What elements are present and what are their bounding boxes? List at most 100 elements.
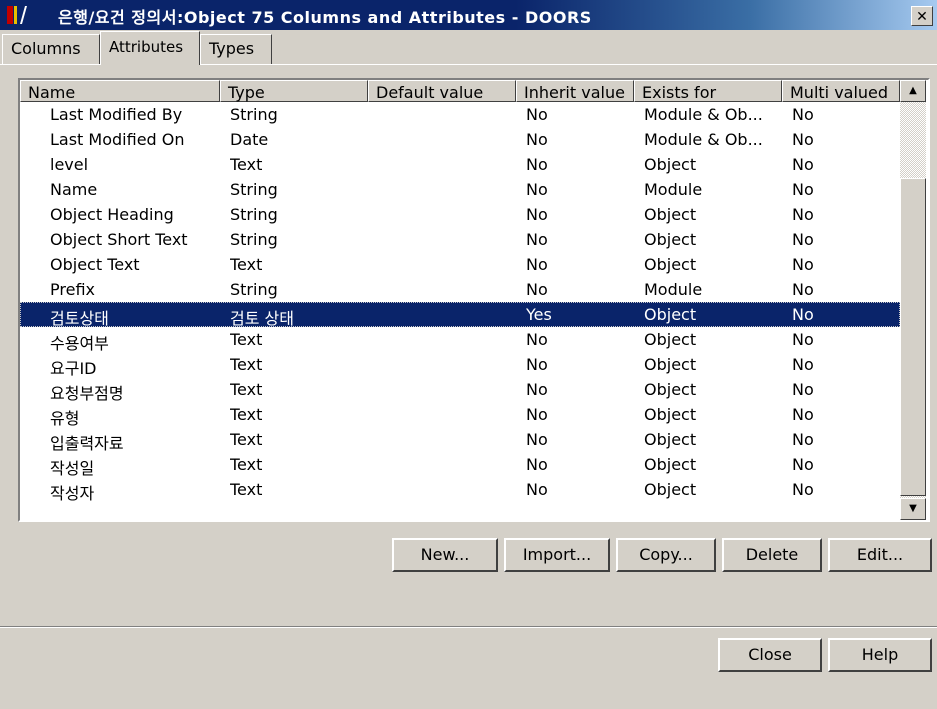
- cell-type: String: [230, 230, 278, 249]
- table-row[interactable]: 유형 Text No Object No: [20, 402, 900, 428]
- cell-multi-valued: No: [792, 130, 814, 149]
- window-title: 은행/요건 정의서:Object 75 Columns and Attribut…: [58, 8, 592, 27]
- table-row[interactable]: 검토상태 검토 상태 Yes Object No: [20, 302, 900, 328]
- cell-name: 검토상태: [50, 309, 109, 328]
- cell-multi-valued: No: [792, 230, 814, 249]
- column-header-multi-valued[interactable]: Multi valued: [782, 80, 900, 102]
- table-row[interactable]: 수용여부 Text No Object No: [20, 327, 900, 353]
- cell-type: String: [230, 180, 278, 199]
- cell-exists-for: Module: [644, 280, 703, 299]
- cell-multi-valued: No: [792, 155, 814, 174]
- cell-name: 유형: [50, 409, 80, 428]
- cell-type: 검토 상태: [230, 309, 294, 328]
- cell-type: Text: [230, 255, 263, 274]
- cell-multi-valued: No: [792, 255, 814, 274]
- cell-exists-for: Object: [644, 380, 697, 399]
- table-row[interactable]: 요구ID Text No Object No: [20, 352, 900, 378]
- cell-name: Prefix: [50, 280, 95, 299]
- table-row[interactable]: 작성자 Text No Object No: [20, 477, 900, 503]
- edit-button[interactable]: Edit...: [828, 538, 932, 572]
- close-button[interactable]: Close: [718, 638, 822, 672]
- cell-exists-for: Object: [644, 430, 697, 449]
- cell-exists-for: Object: [644, 230, 697, 249]
- column-header-inherit-value[interactable]: Inherit value: [516, 80, 634, 102]
- import-button[interactable]: Import...: [504, 538, 610, 572]
- table-row[interactable]: 입출력자료 Text No Object No: [20, 427, 900, 453]
- cell-multi-valued: No: [792, 180, 814, 199]
- cell-inherit-value: No: [526, 480, 548, 499]
- cell-exists-for: Object: [644, 205, 697, 224]
- table-row[interactable]: 요청부점명 Text No Object No: [20, 377, 900, 403]
- table-row[interactable]: Last Modified On Date No Module & Ob... No: [20, 127, 900, 152]
- cell-inherit-value: No: [526, 105, 548, 124]
- cell-exists-for: Object: [644, 305, 697, 324]
- cell-multi-valued: No: [792, 405, 814, 424]
- tab-attributes[interactable]: Attributes: [100, 31, 200, 65]
- cell-inherit-value: No: [526, 405, 548, 424]
- cell-name: Name: [50, 180, 98, 199]
- cell-exists-for: Object: [644, 480, 697, 499]
- attributes-list[interactable]: Name Type Default value Inherit value Ex…: [18, 78, 930, 522]
- scroll-down-arrow-icon[interactable]: ▼: [900, 498, 926, 520]
- column-header-type[interactable]: Type: [220, 80, 368, 102]
- column-header-row: Name Type Default value Inherit value Ex…: [20, 80, 900, 102]
- cell-name: Object Heading: [50, 205, 174, 224]
- cell-exists-for: Object: [644, 455, 697, 474]
- column-header-default-value[interactable]: Default value: [368, 80, 516, 102]
- column-header-exists-for[interactable]: Exists for: [634, 80, 782, 102]
- cell-exists-for: Object: [644, 255, 697, 274]
- column-header-name[interactable]: Name: [20, 80, 220, 102]
- footer-divider: [0, 626, 937, 628]
- tab-types[interactable]: Types: [200, 34, 272, 64]
- cell-type: Text: [230, 155, 263, 174]
- cell-multi-valued: No: [792, 305, 814, 324]
- table-row[interactable]: Object Heading String No Object No: [20, 202, 900, 227]
- table-row[interactable]: Prefix String No Module No: [20, 277, 900, 302]
- cell-inherit-value: No: [526, 180, 548, 199]
- new-button[interactable]: New...: [392, 538, 498, 572]
- cell-multi-valued: No: [792, 280, 814, 299]
- cell-name: Object Short Text: [50, 230, 188, 249]
- vertical-scrollbar[interactable]: ▲ ▼: [900, 80, 926, 520]
- tab-columns[interactable]: Columns: [2, 34, 100, 64]
- scrollbar-thumb[interactable]: [900, 178, 926, 496]
- cell-multi-valued: No: [792, 330, 814, 349]
- cell-type: Text: [230, 355, 263, 374]
- help-button[interactable]: Help: [828, 638, 932, 672]
- cell-name: Last Modified On: [50, 130, 185, 149]
- cell-inherit-value: No: [526, 230, 548, 249]
- doors-app-icon: [7, 6, 27, 24]
- copy-button[interactable]: Copy...: [616, 538, 716, 572]
- cell-inherit-value: No: [526, 280, 548, 299]
- cell-inherit-value: No: [526, 155, 548, 174]
- scroll-up-arrow-icon[interactable]: ▲: [900, 80, 926, 102]
- table-row[interactable]: level Text No Object No: [20, 152, 900, 177]
- cell-type: String: [230, 105, 278, 124]
- cell-name: 작성일: [50, 459, 95, 478]
- table-row[interactable]: Last Modified By String No Module & Ob... No: [20, 102, 900, 127]
- delete-button[interactable]: Delete: [722, 538, 822, 572]
- cell-name: level: [50, 155, 89, 174]
- cell-inherit-value: No: [526, 205, 548, 224]
- table-row[interactable]: 작성일 Text No Object No: [20, 452, 900, 478]
- cell-name: 수용여부: [50, 334, 109, 353]
- cell-inherit-value: No: [526, 330, 548, 349]
- table-row[interactable]: Object Short Text String No Object No: [20, 227, 900, 252]
- cell-inherit-value: No: [526, 255, 548, 274]
- table-row[interactable]: Object Text Text No Object No: [20, 252, 900, 277]
- cell-inherit-value: No: [526, 430, 548, 449]
- cell-type: Text: [230, 430, 263, 449]
- cell-type: String: [230, 205, 278, 224]
- cell-multi-valued: No: [792, 205, 814, 224]
- cell-name: 입출력자료: [50, 434, 124, 453]
- cell-exists-for: Module & Ob...: [644, 130, 763, 149]
- cell-multi-valued: No: [792, 380, 814, 399]
- cell-name: 요청부점명: [50, 384, 124, 403]
- cell-multi-valued: No: [792, 455, 814, 474]
- cell-exists-for: Object: [644, 405, 697, 424]
- table-row[interactable]: Name String No Module No: [20, 177, 900, 202]
- cell-name: 요구ID: [50, 359, 97, 378]
- cell-type: Text: [230, 480, 263, 499]
- cell-inherit-value: No: [526, 130, 548, 149]
- close-window-button[interactable]: ✕: [911, 6, 933, 26]
